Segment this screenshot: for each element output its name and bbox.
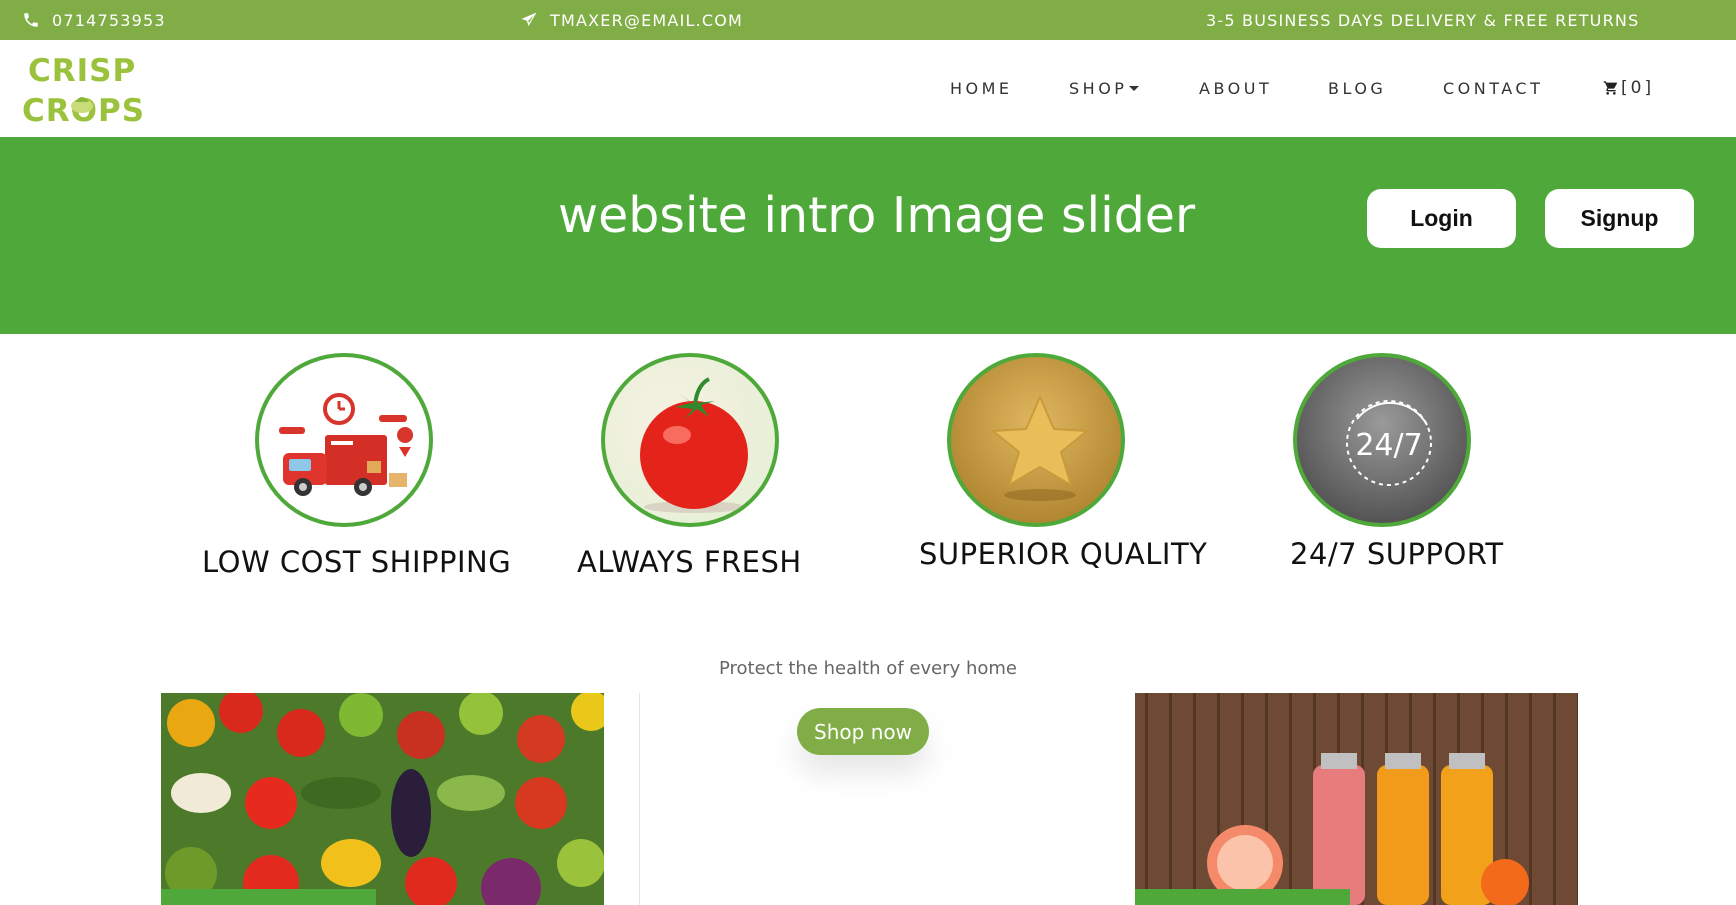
shop-now-button[interactable]: Shop now — [797, 708, 929, 755]
promo-tagline: Protect the health of every home — [718, 658, 1017, 679]
nav-contact[interactable]: CONTACT — [1443, 79, 1543, 98]
cart-button[interactable]: [0] — [1603, 78, 1654, 98]
column-divider — [639, 693, 640, 905]
vegetables-image[interactable] — [161, 693, 604, 905]
top-bar: 0714753953 TMAXER@EMAIL.COM 3-5 BUSINESS… — [0, 0, 1736, 40]
hero-slider: website intro Image slider Login Signup — [0, 137, 1736, 334]
phone-number: 0714753953 — [52, 10, 166, 30]
email-contact[interactable]: TMAXER@EMAIL.COM — [520, 0, 743, 40]
juices-image[interactable] — [1135, 693, 1578, 905]
feature-label-quality: SUPERIOR QUALITY — [919, 537, 1208, 571]
paper-plane-icon — [521, 12, 537, 26]
support-24-7-image: 24/7 — [1293, 353, 1471, 527]
leaf-icon — [71, 97, 93, 113]
cart-count: [0] — [1621, 78, 1655, 98]
nav-shop[interactable]: SHOP — [1069, 79, 1140, 98]
nav-shop-label: SHOP — [1069, 79, 1128, 98]
image-caption-bar — [1135, 889, 1350, 905]
tomato-image — [601, 353, 779, 527]
gold-star-image — [947, 353, 1125, 527]
hero-title: website intro Image slider — [558, 187, 1196, 244]
login-button[interactable]: Login — [1367, 189, 1516, 248]
delivery-notice: 3-5 BUSINESS DAYS DELIVERY & FREE RETURN… — [1206, 0, 1639, 40]
image-caption-bar — [161, 889, 376, 905]
delivery-truck-image — [255, 353, 433, 527]
email-address: TMAXER@EMAIL.COM — [550, 10, 744, 30]
cart-icon — [1603, 81, 1617, 95]
feature-label-fresh: ALWAYS FRESH — [577, 545, 802, 579]
feature-label-support: 24/7 SUPPORT — [1290, 537, 1504, 571]
support-badge-text: 24/7 — [1355, 428, 1422, 463]
logo-line1: CRISP — [28, 53, 137, 89]
feature-label-shipping: LOW COST SHIPPING — [202, 545, 512, 579]
nav-about[interactable]: ABOUT — [1199, 79, 1272, 98]
site-header: CRISP CROPS HOME SHOP ABOUT BLOG CONTACT… — [0, 40, 1736, 137]
nav-home[interactable]: HOME — [950, 79, 1013, 98]
delivery-text: 3-5 BUSINESS DAYS DELIVERY & FREE RETURN… — [1206, 10, 1640, 30]
logo[interactable]: CRISP CROPS — [22, 50, 146, 130]
phone-icon — [24, 13, 38, 27]
nav-blog[interactable]: BLOG — [1328, 79, 1386, 98]
chevron-down-icon — [1129, 85, 1140, 91]
signup-button[interactable]: Signup — [1545, 189, 1694, 248]
phone-contact[interactable]: 0714753953 — [22, 0, 166, 40]
